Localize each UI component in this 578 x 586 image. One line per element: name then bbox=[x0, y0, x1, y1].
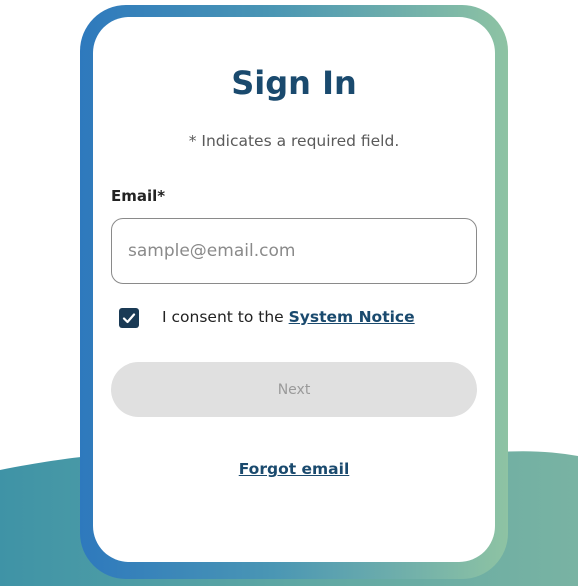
check-icon bbox=[122, 313, 136, 324]
email-input[interactable] bbox=[111, 218, 477, 284]
forgot-email-link[interactable]: Forgot email bbox=[93, 460, 495, 478]
system-notice-link[interactable]: System Notice bbox=[289, 308, 415, 326]
email-label: Email* bbox=[111, 187, 166, 205]
consent-text: I consent to the bbox=[162, 308, 289, 326]
next-button[interactable]: Next bbox=[111, 362, 477, 417]
required-field-note: * Indicates a required field. bbox=[188, 132, 400, 150]
consent-checkbox[interactable] bbox=[119, 308, 139, 328]
page-title: Sign In bbox=[231, 64, 357, 102]
consent-label: I consent to the System Notice bbox=[162, 308, 415, 326]
